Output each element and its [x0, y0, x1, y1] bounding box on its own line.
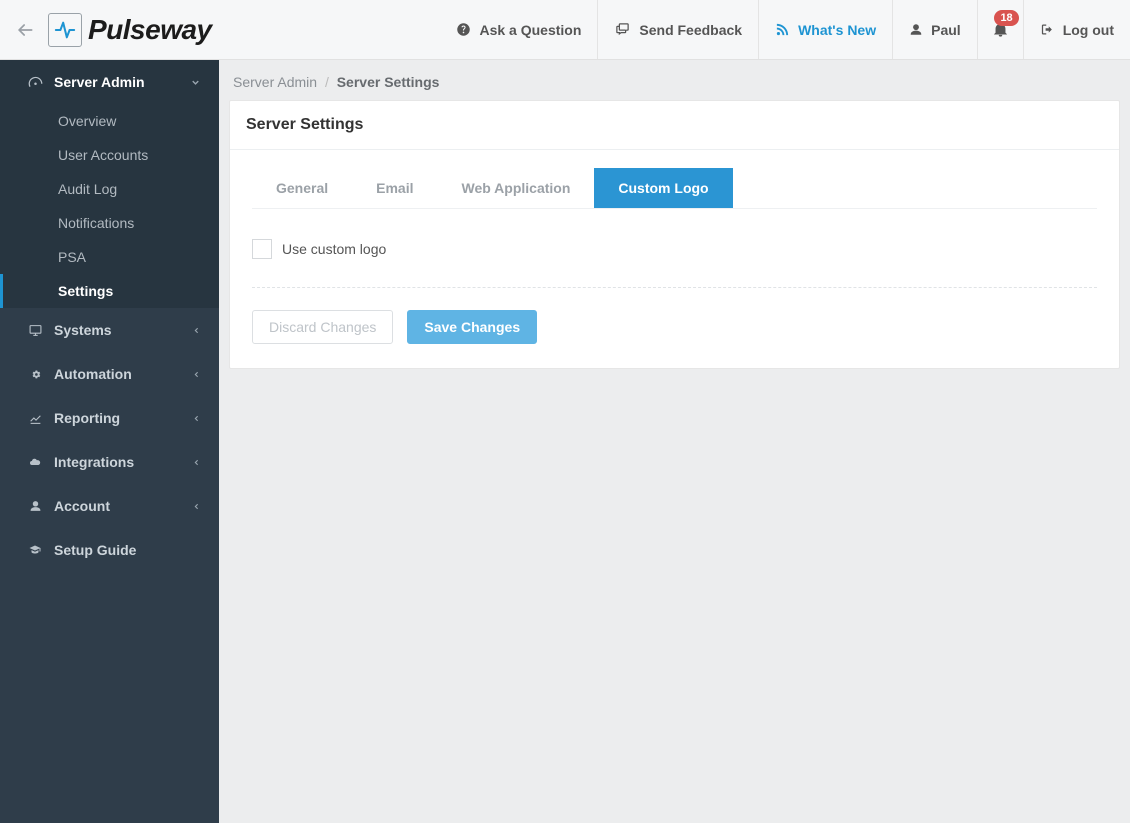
save-button[interactable]: Save Changes: [407, 310, 537, 344]
sidebar-sub-label: Settings: [58, 283, 113, 299]
graduation-cap-icon: [26, 544, 44, 556]
dashboard-icon: [26, 75, 44, 90]
topbar: Pulseway Ask a Question Send Feedback Wh…: [0, 0, 1130, 60]
discard-button[interactable]: Discard Changes: [252, 310, 393, 344]
use-custom-logo-checkbox[interactable]: [252, 239, 272, 259]
sidebar-label: Automation: [54, 366, 132, 382]
sidebar-item-reporting[interactable]: Reporting: [0, 396, 219, 440]
sidebar-label: Server Admin: [54, 74, 145, 90]
pulse-icon: [48, 13, 82, 47]
sidebar: Server Admin Overview User Accounts Audi…: [0, 60, 219, 823]
sidebar-sub-user-accounts[interactable]: User Accounts: [0, 138, 219, 172]
breadcrumb: Server Admin / Server Settings: [219, 60, 1130, 100]
tab-general[interactable]: General: [252, 168, 352, 208]
chevron-left-icon: [192, 458, 201, 467]
sidebar-label: Reporting: [54, 410, 120, 426]
nav-label: Ask a Question: [479, 22, 581, 38]
layout: Server Admin Overview User Accounts Audi…: [0, 60, 1130, 823]
sidebar-item-server-admin[interactable]: Server Admin: [0, 60, 219, 104]
sidebar-sub-label: PSA: [58, 249, 86, 265]
rss-icon: [775, 22, 790, 37]
tab-label: Custom Logo: [618, 180, 708, 196]
sidebar-item-account[interactable]: Account: [0, 484, 219, 528]
arrow-left-icon: [15, 20, 35, 40]
form-area: Use custom logo Discard Changes Save Cha…: [252, 209, 1097, 344]
user-icon: [909, 22, 923, 37]
chevron-left-icon: [192, 502, 201, 511]
breadcrumb-current: Server Settings: [337, 74, 440, 90]
nav-label: Log out: [1063, 22, 1114, 38]
button-label: Save Changes: [424, 319, 520, 335]
sidebar-sub-label: Overview: [58, 113, 116, 129]
sidebar-sub-label: User Accounts: [58, 147, 148, 163]
sidebar-item-automation[interactable]: Automation: [0, 352, 219, 396]
use-custom-logo-label: Use custom logo: [282, 241, 386, 257]
gears-icon: [26, 367, 44, 382]
nav-notifications[interactable]: 18: [977, 0, 1023, 59]
nav-label: What's New: [798, 22, 876, 38]
chevron-left-icon: [192, 370, 201, 379]
settings-panel: Server Settings General Email Web Applic…: [229, 100, 1120, 369]
nav-user[interactable]: Paul: [892, 0, 977, 59]
sidebar-sub-psa[interactable]: PSA: [0, 240, 219, 274]
tab-web-application[interactable]: Web Application: [438, 168, 595, 208]
notification-count: 18: [994, 10, 1018, 26]
chevron-down-icon: [190, 77, 201, 88]
tab-label: General: [276, 180, 328, 196]
question-icon: [456, 22, 471, 37]
top-nav: Ask a Question Send Feedback What's New …: [440, 0, 1130, 59]
brand-logo[interactable]: Pulseway: [48, 13, 212, 47]
sidebar-item-integrations[interactable]: Integrations: [0, 440, 219, 484]
comments-icon: [614, 22, 631, 37]
back-button[interactable]: [6, 11, 44, 49]
sidebar-item-setup-guide[interactable]: Setup Guide: [0, 528, 219, 572]
tab-label: Email: [376, 180, 413, 196]
nav-send-feedback[interactable]: Send Feedback: [597, 0, 758, 59]
monitor-icon: [26, 324, 44, 337]
sidebar-sub-label: Audit Log: [58, 181, 117, 197]
sidebar-item-systems[interactable]: Systems: [0, 308, 219, 352]
sidebar-sub-label: Notifications: [58, 215, 134, 231]
cloud-icon: [26, 456, 44, 468]
chevron-left-icon: [192, 414, 201, 423]
panel-body: General Email Web Application Custom Log…: [230, 150, 1119, 368]
main-content: Server Admin / Server Settings Server Se…: [219, 60, 1130, 823]
breadcrumb-root[interactable]: Server Admin: [233, 74, 317, 90]
brand-name: Pulseway: [88, 14, 212, 46]
panel-title: Server Settings: [230, 101, 1119, 150]
button-label: Discard Changes: [269, 319, 376, 335]
chevron-left-icon: [192, 326, 201, 335]
sidebar-sub-server-admin: Overview User Accounts Audit Log Notific…: [0, 104, 219, 308]
sidebar-label: Account: [54, 498, 110, 514]
button-row: Discard Changes Save Changes: [252, 310, 1097, 344]
logout-icon: [1040, 22, 1055, 37]
chart-icon: [26, 412, 44, 425]
tab-label: Web Application: [462, 180, 571, 196]
sidebar-sub-notifications[interactable]: Notifications: [0, 206, 219, 240]
nav-label: Paul: [931, 22, 961, 38]
nav-logout[interactable]: Log out: [1023, 0, 1130, 59]
sidebar-label: Systems: [54, 322, 112, 338]
sidebar-label: Setup Guide: [54, 542, 136, 558]
nav-ask-question[interactable]: Ask a Question: [440, 0, 597, 59]
sidebar-label: Integrations: [54, 454, 134, 470]
sidebar-sub-audit-log[interactable]: Audit Log: [0, 172, 219, 206]
nav-whats-new[interactable]: What's New: [758, 0, 892, 59]
tab-email[interactable]: Email: [352, 168, 437, 208]
use-custom-logo-row: Use custom logo: [252, 239, 1097, 288]
nav-label: Send Feedback: [639, 22, 742, 38]
sidebar-sub-settings[interactable]: Settings: [0, 274, 219, 308]
sidebar-sub-overview[interactable]: Overview: [0, 104, 219, 138]
user-icon: [26, 499, 44, 513]
tab-custom-logo[interactable]: Custom Logo: [594, 168, 732, 208]
tabs: General Email Web Application Custom Log…: [252, 168, 1097, 209]
breadcrumb-separator: /: [321, 74, 333, 90]
